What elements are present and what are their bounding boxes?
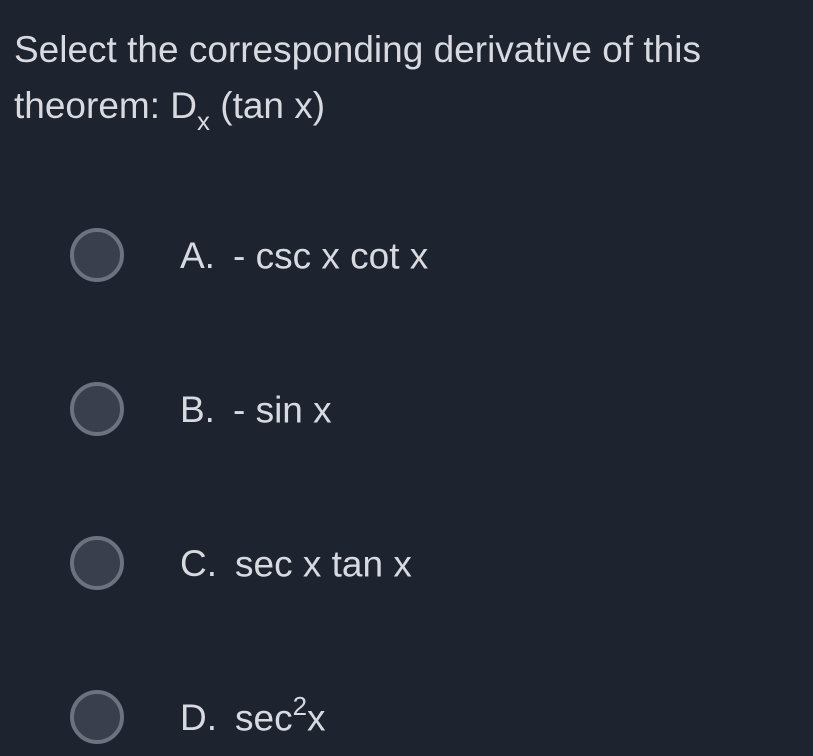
option-d-label: D. sec2x [180, 695, 325, 739]
option-b-letter: B. [180, 389, 215, 431]
option-c-letter: C. [180, 543, 217, 585]
question-prefix: Select the corresponding derivative of t… [14, 29, 701, 126]
question-suffix: (tan x) [210, 85, 325, 126]
radio-d[interactable] [70, 690, 124, 744]
option-c[interactable]: C. sec x tan x [70, 536, 799, 590]
option-c-label: C. sec x tan x [180, 541, 412, 585]
option-c-text: sec x tan x [235, 541, 412, 585]
option-b-label: B. - sin x [180, 387, 332, 431]
option-b[interactable]: B. - sin x [70, 382, 799, 436]
question-text: Select the corresponding derivative of t… [14, 22, 799, 138]
radio-c[interactable] [70, 536, 124, 590]
options-container: A. - csc x cot x B. - sin x C. sec x tan… [14, 228, 799, 744]
option-b-text: - sin x [233, 387, 332, 431]
option-d-letter: D. [180, 697, 217, 739]
option-d[interactable]: D. sec2x [70, 690, 799, 744]
option-a-letter: A. [180, 235, 215, 277]
option-a-label: A. - csc x cot x [180, 233, 428, 277]
option-a-text: - csc x cot x [233, 233, 428, 277]
option-d-text: sec2x [235, 695, 325, 739]
option-a[interactable]: A. - csc x cot x [70, 228, 799, 282]
radio-b[interactable] [70, 382, 124, 436]
radio-a[interactable] [70, 228, 124, 282]
question-subscript: x [197, 108, 210, 136]
